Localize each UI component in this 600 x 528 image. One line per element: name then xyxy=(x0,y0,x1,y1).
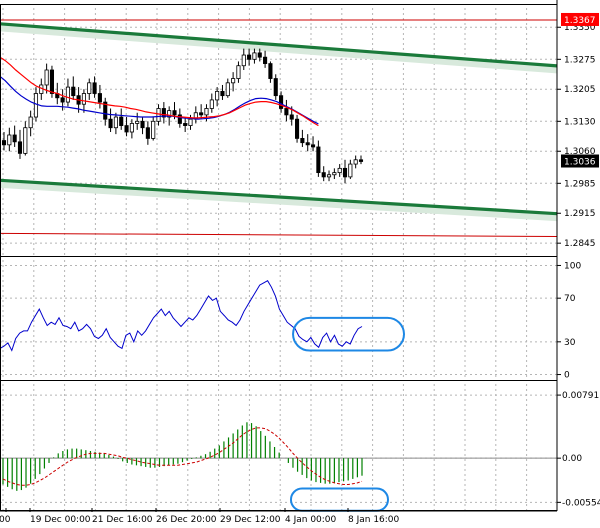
candle-bullish xyxy=(209,99,214,109)
candle-bearish xyxy=(358,159,364,162)
candle-bearish xyxy=(284,108,289,116)
panel-frame xyxy=(0,256,558,381)
candle-bearish xyxy=(247,54,252,60)
panel-frame xyxy=(0,4,558,257)
candle-bearish xyxy=(295,118,300,139)
candle-bullish xyxy=(7,134,12,146)
y-tick-label: 0 xyxy=(564,371,570,381)
y-tick-label: 1.2845 xyxy=(564,239,596,249)
candle-bearish xyxy=(263,56,268,64)
y-tick-label: 0.00 xyxy=(562,454,582,464)
candle-bearish xyxy=(140,120,145,129)
candle-bearish xyxy=(108,118,113,129)
candle-bullish xyxy=(231,78,236,84)
candle-bullish xyxy=(332,172,337,176)
y-tick-label: 1.3275 xyxy=(564,55,596,65)
y-tick-label: 1.2915 xyxy=(564,209,596,219)
candle-bearish xyxy=(145,127,150,139)
x-tick-label: :00 xyxy=(0,515,11,525)
y-tick-label: 1.3205 xyxy=(564,85,596,95)
candle-bearish xyxy=(49,69,55,94)
x-tick-label: 26 Dec 20:00 xyxy=(156,515,217,525)
candle-bullish xyxy=(188,118,193,126)
candle-bullish xyxy=(337,167,342,174)
resistance-price-label: 1.3367 xyxy=(564,16,596,26)
chart-root: 1.33501.32751.32051.31301.30601.29851.29… xyxy=(0,0,600,525)
panel-frame xyxy=(0,380,558,511)
candle-bullish xyxy=(44,69,49,86)
candle-bearish xyxy=(124,125,129,133)
y-tick-label: 1.2985 xyxy=(564,179,596,189)
y-tick-label: -0.00554 xyxy=(562,498,600,508)
x-tick-label: 29 Dec 12:00 xyxy=(220,515,281,525)
candle-bearish xyxy=(300,138,305,144)
oscillator-line xyxy=(0,280,363,352)
x-tick-label: 19 Dec 00:00 xyxy=(30,515,91,525)
highlight-ellipse xyxy=(292,316,406,352)
candle-bearish xyxy=(199,112,204,116)
candle-bullish xyxy=(87,82,92,94)
candle-bearish xyxy=(12,134,17,143)
candle-bullish xyxy=(65,86,70,103)
candle-bullish xyxy=(23,127,28,154)
candle-bearish xyxy=(183,123,188,126)
candle-bullish xyxy=(236,65,241,79)
candle-bearish xyxy=(92,82,97,94)
channel-lower-line xyxy=(0,178,558,216)
candle-bearish xyxy=(119,116,124,126)
candle-bullish xyxy=(129,123,134,133)
y-tick-label: 1.3130 xyxy=(564,117,596,127)
x-tick-label: 8 Jan 16:00 xyxy=(348,515,400,525)
candle-bullish xyxy=(326,174,332,178)
frame-layer xyxy=(0,0,558,512)
plot-layer xyxy=(0,19,558,512)
candle-bullish xyxy=(28,116,33,129)
candle-bearish xyxy=(220,90,225,97)
channel-upper-line-shadow xyxy=(0,24,558,74)
candle-bearish xyxy=(97,93,102,103)
candle-bullish xyxy=(252,52,257,60)
candle-bearish xyxy=(279,95,284,109)
grid-layer xyxy=(0,8,557,510)
candle-bearish xyxy=(17,141,23,154)
candle-bullish xyxy=(241,54,246,67)
candle-bullish xyxy=(81,93,86,105)
y-tick-label: 30 xyxy=(564,338,576,348)
candle-bullish xyxy=(353,159,358,165)
candle-bearish xyxy=(305,142,310,146)
candle-bullish xyxy=(33,93,39,118)
y-tick-label: 0.00791 xyxy=(562,391,599,401)
channel-lower-line-shadow xyxy=(0,180,558,222)
candle-bearish xyxy=(310,144,316,148)
highlight-ellipse xyxy=(289,487,390,512)
candle-bullish xyxy=(135,120,140,124)
candle-bearish xyxy=(273,78,278,97)
candle-bearish xyxy=(257,52,262,58)
candle-bearish xyxy=(1,140,7,146)
candle-bullish xyxy=(151,120,156,139)
candle-bearish xyxy=(316,146,321,174)
candle-bullish xyxy=(348,163,353,178)
x-tick-label: 21 Dec 16:00 xyxy=(92,515,153,525)
y-tick-label: 100 xyxy=(564,261,581,271)
candle-bearish xyxy=(60,97,65,103)
candle-bearish xyxy=(289,114,294,120)
candle-bearish xyxy=(172,110,177,116)
current-price-label: 1.3036 xyxy=(564,158,596,168)
candle-bearish xyxy=(321,172,326,178)
candle-bullish xyxy=(225,82,230,97)
candle-bullish xyxy=(113,116,118,129)
channel-upper-line xyxy=(0,22,558,68)
signal-line xyxy=(2,427,363,486)
candle-bearish xyxy=(342,167,348,178)
x-tick-label: 4 Jan 00:00 xyxy=(285,515,337,525)
candle-bullish xyxy=(215,90,220,101)
y-tick-label: 70 xyxy=(564,294,576,304)
candle-bullish xyxy=(204,108,209,116)
candle-bullish xyxy=(156,108,161,122)
candle-bearish xyxy=(71,86,76,97)
candle-bearish xyxy=(268,63,273,79)
support-line xyxy=(0,232,558,238)
